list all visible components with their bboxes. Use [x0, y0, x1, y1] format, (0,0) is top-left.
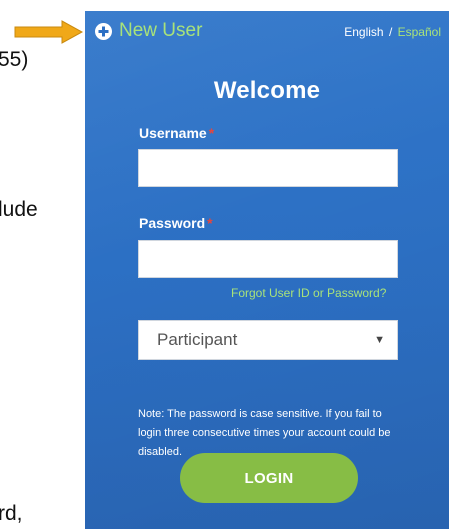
doc-text-fragment: lude — [0, 198, 38, 221]
doc-text-fragment: rd, — [0, 502, 23, 525]
username-input[interactable] — [138, 149, 398, 187]
password-label-text: Password — [139, 215, 206, 231]
new-user-link[interactable]: New User — [95, 20, 202, 42]
password-label: Password * — [139, 215, 213, 231]
required-marker: * — [207, 215, 213, 231]
login-panel: New User English / Español Welcome Usern… — [85, 11, 449, 529]
role-select-value: Participant — [157, 330, 238, 349]
caret-down-icon: ▼ — [374, 334, 385, 346]
welcome-title: Welcome — [213, 77, 321, 104]
language-spanish-link[interactable]: Español — [398, 25, 441, 39]
forgot-credentials-link[interactable]: Forgot User ID or Password? — [231, 286, 386, 300]
role-select[interactable]: Participant ▼ — [138, 320, 398, 360]
username-label: Username * — [139, 125, 214, 141]
username-label-text: Username — [139, 125, 207, 141]
password-input[interactable] — [138, 240, 398, 278]
required-marker: * — [208, 125, 215, 141]
language-separator: / — [388, 25, 393, 39]
language-english-link[interactable]: English — [344, 25, 383, 39]
arrow-right-icon — [14, 20, 84, 44]
new-user-label: New User — [119, 20, 203, 41]
language-switcher: English / Español — [344, 25, 441, 39]
doc-text-fragment: 55) — [0, 48, 29, 71]
plus-circle-icon — [95, 22, 112, 40]
login-button[interactable]: LOGIN — [180, 453, 358, 503]
